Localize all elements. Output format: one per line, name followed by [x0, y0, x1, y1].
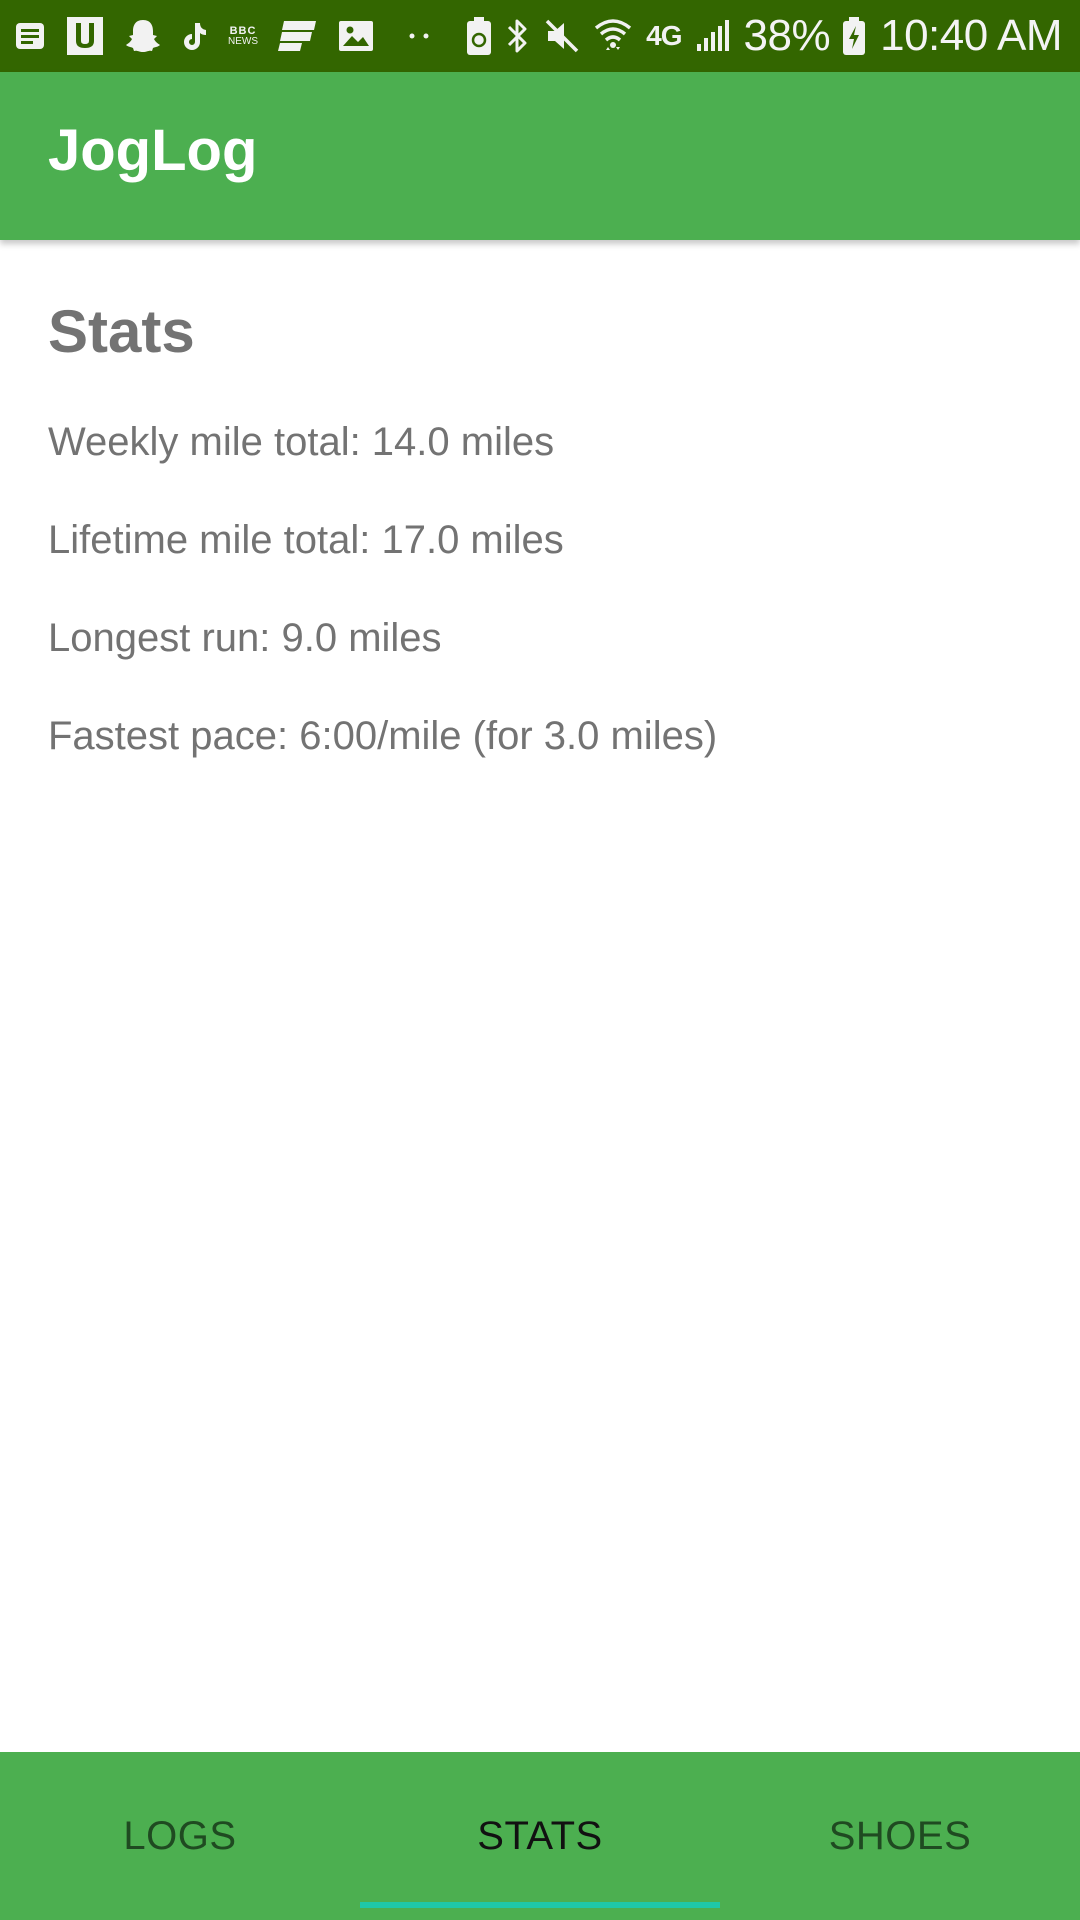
app-bar: JogLog: [0, 72, 1080, 240]
stats-content: Stats Weekly mile total: 14.0 miles Life…: [0, 240, 1080, 1752]
bottom-tab-bar: LOGS STATS SHOES: [0, 1752, 1080, 1920]
snapchat-icon: [124, 16, 162, 56]
lifetime-mile-total: Lifetime mile total: 17.0 miles: [48, 518, 564, 562]
tab-shoes-label: SHOES: [828, 1813, 972, 1858]
tab-stats[interactable]: STATS: [360, 1752, 720, 1920]
screen: BBC NEWS 4G 38% 10:40 AM JogLog Stats We…: [0, 0, 1080, 1920]
notes-icon: [14, 16, 46, 56]
u-app-icon: [66, 16, 104, 56]
tab-logs[interactable]: LOGS: [0, 1752, 360, 1920]
weekly-mile-total: Weekly mile total: 14.0 miles: [48, 420, 555, 464]
tab-stats-label: STATS: [477, 1813, 603, 1858]
tab-logs-label: LOGS: [123, 1813, 237, 1858]
gallery-icon: [338, 16, 374, 56]
app-title: JogLog: [48, 118, 258, 183]
bbc-news-icon: BBC NEWS: [228, 16, 258, 56]
bluetooth-icon: [506, 16, 530, 56]
longest-run: Longest run: 9.0 miles: [48, 616, 442, 660]
clock: 10:40 AM: [880, 11, 1062, 60]
network-4g-icon: 4G: [646, 16, 682, 56]
wifi-icon: [594, 16, 632, 56]
battery-percent: 38%: [743, 11, 831, 60]
signal-icon: [696, 16, 730, 56]
tab-shoes[interactable]: SHOES: [720, 1752, 1080, 1920]
tiktok-icon: [182, 16, 208, 56]
notification-icons: BBC NEWS: [14, 16, 466, 56]
stats-heading: Stats: [48, 298, 195, 365]
flipboard-icon: [278, 16, 318, 56]
bbc-label: BBC: [229, 24, 257, 37]
system-icons: 4G 38% 10:40 AM: [466, 11, 1066, 61]
mute-icon: [544, 16, 580, 56]
news-label: NEWS: [228, 35, 258, 47]
more-notifications-icon: [408, 16, 430, 56]
active-tab-indicator: [360, 1902, 720, 1908]
network-label: 4G: [646, 20, 682, 51]
battery-saver-icon: [466, 16, 492, 56]
fastest-pace: Fastest pace: 6:00/mile (for 3.0 miles): [48, 714, 718, 758]
status-bar: BBC NEWS 4G 38% 10:40 AM: [0, 0, 1080, 72]
battery-charging-icon: [842, 16, 866, 56]
